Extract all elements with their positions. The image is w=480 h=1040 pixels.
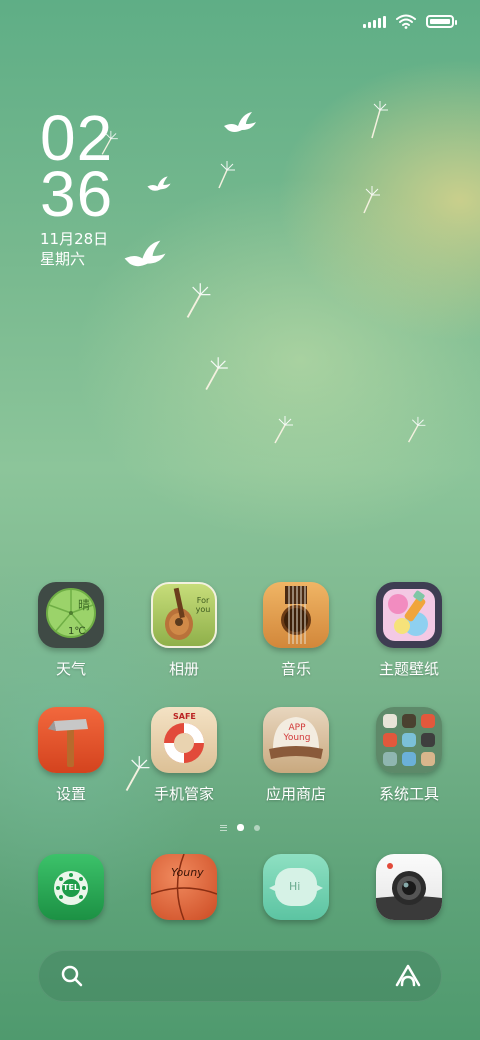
folder-system-tools-icon xyxy=(376,707,442,773)
guitar-music-icon xyxy=(263,582,329,648)
app-label: 音乐 xyxy=(280,660,311,678)
cap-app-store-icon: APP Young xyxy=(263,707,329,773)
app-label: 设置 xyxy=(55,785,86,803)
chat-icon-text: Hi xyxy=(289,880,301,893)
paint-brush-theme-icon xyxy=(376,582,442,648)
app-label: 主题壁纸 xyxy=(378,660,439,678)
wifi-icon xyxy=(396,14,416,29)
signal-bars-icon xyxy=(363,14,386,28)
weather-condition-text: 晴 xyxy=(78,598,91,612)
clock-minute: 36 xyxy=(40,158,114,230)
app-settings[interactable]: 设置 xyxy=(15,707,127,804)
dandelion-seed-decoration xyxy=(407,416,426,443)
app-label: 手机管家 xyxy=(153,785,214,803)
dandelion-seed-decoration xyxy=(186,283,211,318)
weather-temp-text: 1℃ xyxy=(68,626,86,637)
battery-icon xyxy=(426,14,457,28)
gallery-icon-text: For you xyxy=(195,596,211,614)
status-bar xyxy=(363,10,457,32)
basketball-messages-icon[interactable]: Youny xyxy=(151,854,217,920)
camera-icon[interactable] xyxy=(376,854,442,920)
app-store-icon-text: APP Young xyxy=(283,723,311,743)
dandelion-seed-decoration xyxy=(101,130,118,155)
dove-decoration xyxy=(124,240,166,267)
app-store[interactable]: APP Young 应用商店 xyxy=(240,707,352,804)
phone-icon-text: TEL xyxy=(63,883,80,892)
search-bar[interactable] xyxy=(38,950,442,1002)
lifebuoy-security-icon: SAFE xyxy=(151,707,217,773)
app-label: 系统工具 xyxy=(378,785,439,803)
app-label: 天气 xyxy=(55,660,86,678)
safe-icon-text: SAFE xyxy=(173,712,196,721)
app-label: 相册 xyxy=(168,660,199,678)
app-weather[interactable]: 晴 1℃ 天气 xyxy=(15,582,127,679)
dandelion-seed-decoration xyxy=(218,161,235,189)
page-dot-active xyxy=(237,824,244,831)
dandelion-seed-decoration xyxy=(205,357,228,391)
hi-bubble-icon[interactable]: Hi xyxy=(263,854,329,920)
page-indicator[interactable] xyxy=(0,824,480,831)
dove-decoration xyxy=(147,176,171,191)
app-phone-manager[interactable]: SAFE 手机管家 xyxy=(128,707,240,804)
dove-decoration xyxy=(224,112,256,132)
dandelion-seed-decoration xyxy=(363,186,380,214)
app-music[interactable]: 音乐 xyxy=(240,582,352,679)
rotary-phone-icon[interactable]: TEL xyxy=(38,854,104,920)
clock-date: 11月28日 xyxy=(40,230,109,248)
dandelion-seed-decoration xyxy=(371,101,388,139)
page-dot xyxy=(254,824,260,831)
clock-weekday: 星期六 xyxy=(40,250,86,268)
dandelion-seed-decoration xyxy=(274,416,293,444)
hammer-settings-icon xyxy=(38,707,104,773)
guitar-photo-album-icon: For you xyxy=(151,582,217,648)
app-label: 应用商店 xyxy=(265,785,326,803)
dock: TEL Youny Hi xyxy=(0,854,480,924)
messages-icon-text: Youny xyxy=(171,866,204,879)
search-icon[interactable] xyxy=(60,964,84,988)
app-themes[interactable]: 主题壁纸 xyxy=(353,582,465,679)
app-gallery[interactable]: For you 相册 xyxy=(128,582,240,679)
umbrella-weather-icon: 晴 1℃ xyxy=(38,582,104,648)
assistant-icon[interactable] xyxy=(394,962,422,990)
app-folder-system-tools[interactable]: 系统工具 xyxy=(353,707,465,804)
page-list-icon xyxy=(220,824,227,831)
